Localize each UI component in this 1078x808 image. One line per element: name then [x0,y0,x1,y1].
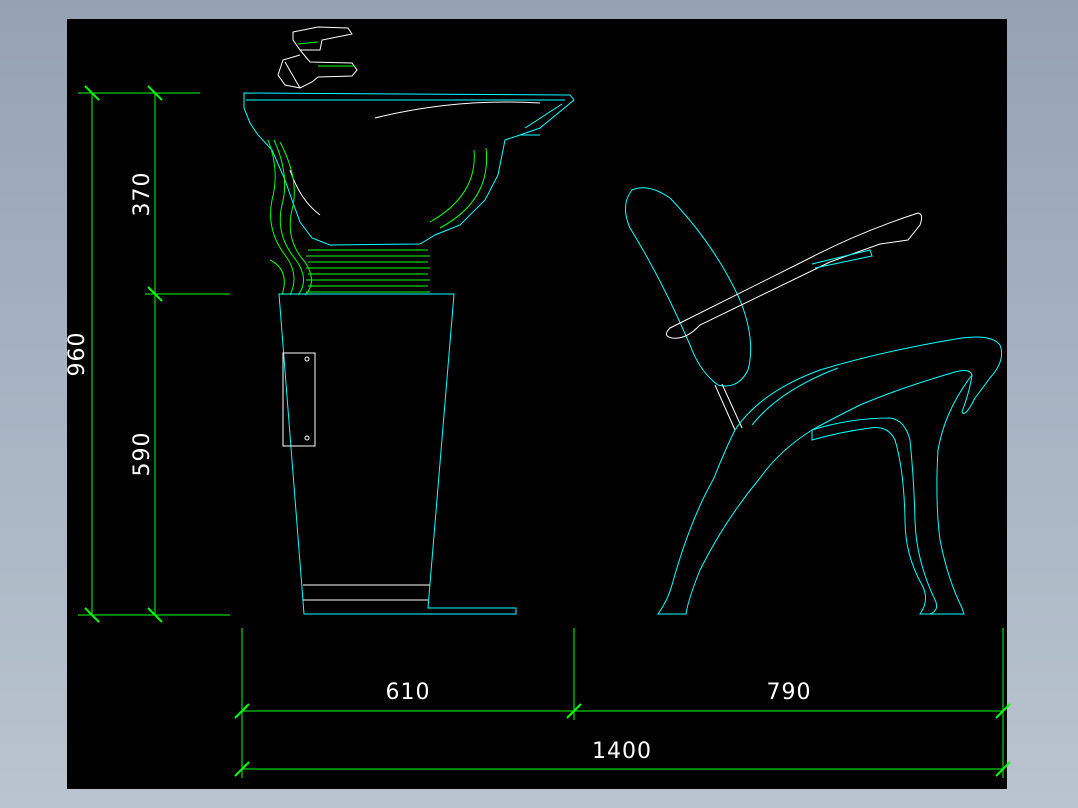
backrest-support [714,383,743,431]
chair-back-leg-outer [925,374,973,615]
hose-bundle [267,139,312,296]
chair-front-curve [751,367,839,426]
basin-bowl [243,92,575,246]
wash-basin [243,26,575,615]
chair-frame [657,336,1003,615]
dim-label-610: 610 [386,680,431,705]
corrugated-column [306,249,430,293]
pedestal-cabinet [278,293,517,615]
dim-label-960: 960 [65,332,90,377]
dim-label-590: 590 [130,432,155,477]
dim-label-370: 370 [130,172,155,217]
dim-label-790: 790 [767,680,812,705]
dimension-ticks [84,85,1011,777]
chair-armrest[interactable] [666,212,923,339]
dimension-lines [78,92,1004,778]
dim-label-1400: 1400 [592,739,652,764]
cad-drawing: 960 370 590 610 790 1400 [65,26,1011,778]
plinth-lines [303,584,430,601]
chair-backrest [625,187,752,387]
chair-rear-leg [811,417,938,615]
shampoo-chair [625,187,1003,615]
cabinet-door[interactable] [282,352,316,447]
faucet-icon [277,26,358,89]
basin-inner-lines [289,101,541,229]
